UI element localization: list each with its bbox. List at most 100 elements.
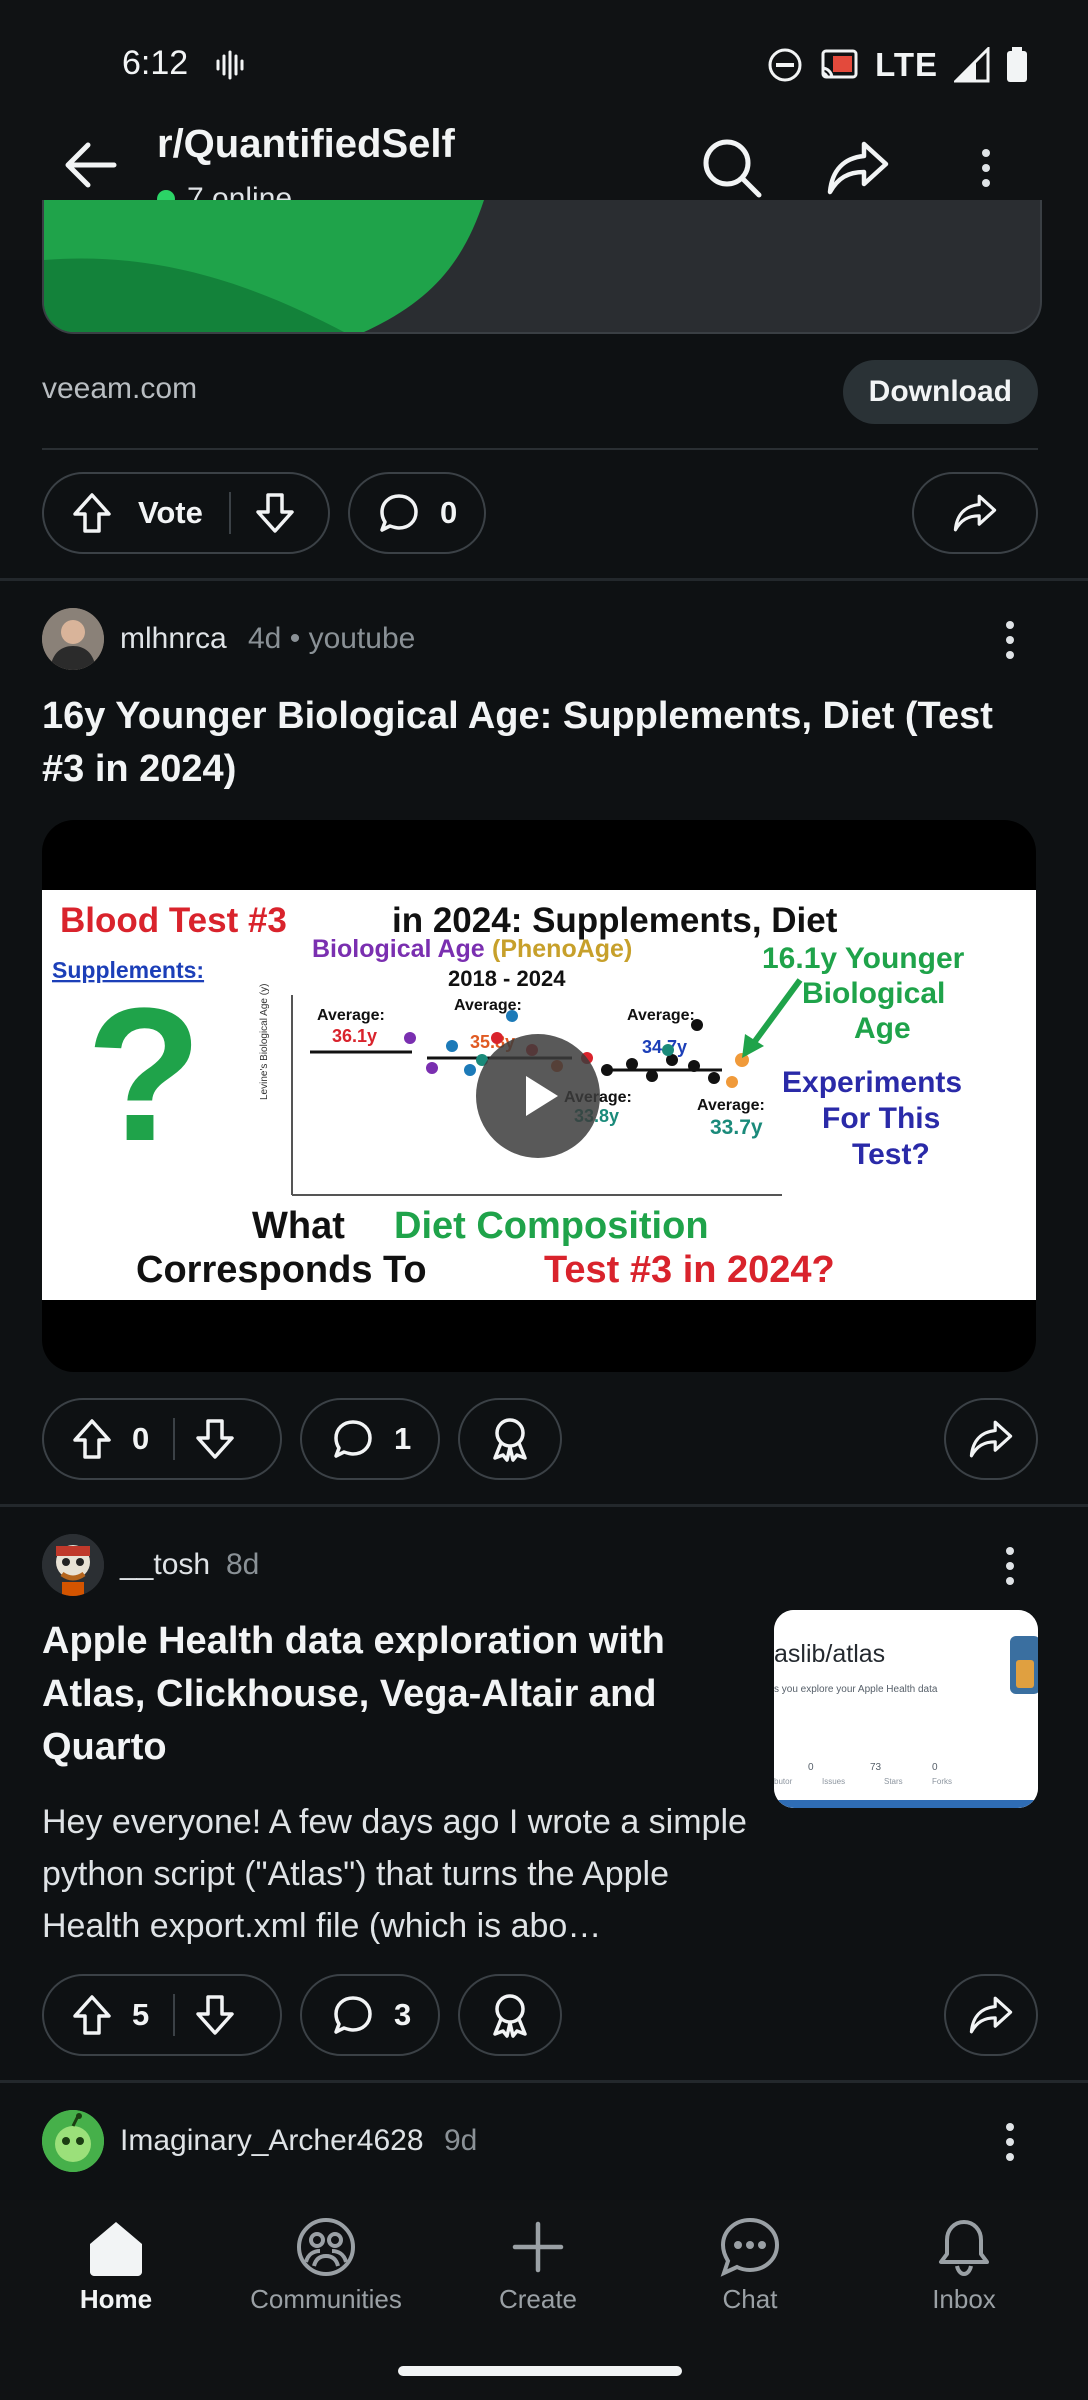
award-button[interactable] <box>458 1398 562 1480</box>
share-button[interactable] <box>944 1974 1038 2056</box>
thumb-stat1-label: Issues <box>822 1777 845 1786</box>
post-source[interactable]: youtube <box>309 622 416 655</box>
vote-label: Vote <box>138 495 203 530</box>
ad-comments-button[interactable]: 0 <box>348 472 486 554</box>
thumb-headline-a: Blood Test #3 <box>60 901 287 940</box>
ad-image[interactable] <box>42 200 1042 334</box>
nav-label: Inbox <box>932 2284 996 2314</box>
upvote-button[interactable] <box>72 492 112 534</box>
thumb-stat3-value: 0 <box>932 1762 938 1773</box>
post-author[interactable]: mlhnrca <box>120 622 227 656</box>
arrow-left-icon <box>65 142 117 188</box>
search-button[interactable] <box>694 130 770 206</box>
avatar[interactable] <box>42 1534 104 1596</box>
share-button[interactable] <box>944 1398 1038 1480</box>
meta-dot: • <box>289 622 309 655</box>
post-author[interactable]: Imaginary_Archer4628 <box>120 2124 424 2158</box>
avatar[interactable] <box>42 2110 104 2172</box>
comments-button[interactable]: 3 <box>300 1974 440 2056</box>
thumb-avg3-label: Average: <box>627 1007 695 1024</box>
ad-source[interactable]: veeam.com <box>42 372 197 406</box>
thumb-chart-years: 2018 - 2024 <box>448 966 566 991</box>
overflow-menu-button[interactable] <box>948 130 1024 206</box>
communities-icon <box>297 2218 355 2276</box>
share-subreddit-button[interactable] <box>820 130 896 206</box>
post-separator <box>0 578 1088 581</box>
post-author[interactable]: __tosh <box>120 1548 210 1582</box>
post-separator <box>0 1504 1088 1507</box>
nav-label: Communities <box>250 2284 402 2314</box>
chat-icon <box>720 2217 780 2277</box>
upvote-icon <box>73 1419 111 1459</box>
home-indicator[interactable] <box>398 2366 682 2376</box>
thumb-avg5-label: Average: <box>697 1097 765 1114</box>
nav-chat[interactable]: Chat <box>660 2216 840 2315</box>
nav-communities[interactable]: Communities <box>236 2216 416 2315</box>
avatar[interactable] <box>42 608 104 670</box>
upvote-icon <box>73 1995 111 2035</box>
download-button[interactable]: Download <box>842 360 1038 424</box>
score: 5 <box>132 1997 150 2032</box>
back-button[interactable] <box>58 130 128 200</box>
vote-separator <box>173 1994 176 2036</box>
comments-button[interactable]: 1 <box>300 1398 440 1480</box>
post-menu-button[interactable] <box>990 2112 1030 2172</box>
play-button[interactable] <box>476 1034 600 1158</box>
post-menu-button[interactable] <box>990 1536 1030 1596</box>
post-age: 8d <box>226 1548 260 1581</box>
vote-pill: 5 <box>42 1974 282 2056</box>
bell-icon <box>939 2220 989 2277</box>
thumb-desc: s you explore your Apple Health data <box>774 1684 938 1695</box>
comment-icon <box>378 492 420 534</box>
comment-count: 3 <box>394 1997 412 2032</box>
share-icon <box>969 1996 1013 2034</box>
share-icon <box>827 141 889 195</box>
plus-icon <box>512 2221 564 2273</box>
thumb-avg1-value: 36.1y <box>332 1026 377 1046</box>
thumb-chart-title-b: (PhenoAge) <box>492 935 632 963</box>
share-icon <box>969 1420 1013 1458</box>
thumb-stat3-label: Forks <box>932 1777 952 1786</box>
nav-inbox[interactable]: Inbox <box>874 2216 1054 2315</box>
downvote-button[interactable] <box>195 1994 235 2036</box>
comment-icon <box>332 1994 374 2036</box>
status-icons: LTE <box>767 46 1028 84</box>
thumb-stat2-value: 73 <box>870 1762 882 1773</box>
cast-icon <box>821 49 858 79</box>
thumb-avg5-value: 33.7y <box>710 1116 763 1139</box>
vibrate-icon <box>214 50 246 85</box>
nav-create[interactable]: Create <box>448 2216 628 2315</box>
downvote-button[interactable] <box>255 492 295 534</box>
post-title[interactable]: 16y Younger Biological Age: Supplements,… <box>42 690 1032 796</box>
divider <box>42 448 1038 450</box>
nav-home[interactable]: Home <box>26 2216 206 2315</box>
thumb-stat2-label: Stars <box>884 1777 903 1786</box>
svg-text:Levine's Biological Age (y): Levine's Biological Age (y) <box>259 984 270 1100</box>
comment-icon <box>332 1418 374 1460</box>
nav-label: Create <box>498 2284 578 2314</box>
award-icon <box>493 1994 527 2038</box>
thumb-exp-1: Experiments <box>782 1066 962 1099</box>
thumb-bottom-2b: Test #3 in 2024? <box>544 1249 835 1291</box>
thumb-chart-title-a: Biological Age <box>312 935 485 963</box>
link-thumbnail[interactable]: aslib/atlas s you explore your Apple Hea… <box>774 1610 1038 1808</box>
upvote-button[interactable] <box>72 1994 112 2036</box>
post-age: 4d <box>248 622 282 655</box>
signal-icon <box>954 47 990 83</box>
post-body[interactable]: Hey everyone! A few days ago I wrote a s… <box>42 1796 762 1952</box>
subreddit-title[interactable]: r/QuantifiedSelf <box>157 122 455 167</box>
thumb-stat0-label: butor <box>774 1777 793 1786</box>
thumb-exp-2: For This <box>822 1102 940 1135</box>
battery-icon <box>1007 47 1027 82</box>
thumb-younger-2: Biological <box>802 977 945 1010</box>
nav-label: Home <box>79 2284 153 2314</box>
vote-pill: 0 <box>42 1398 282 1480</box>
upvote-button[interactable] <box>72 1418 112 1460</box>
post-menu-button[interactable] <box>990 610 1030 670</box>
ad-share-button[interactable] <box>912 472 1038 554</box>
thumb-bottom-2a: Corresponds To <box>136 1249 427 1291</box>
post-age: 9d <box>444 2124 478 2157</box>
post-title[interactable]: Apple Health data exploration with Atlas… <box>42 1615 747 1774</box>
award-button[interactable] <box>458 1974 562 2056</box>
downvote-button[interactable] <box>195 1418 235 1460</box>
